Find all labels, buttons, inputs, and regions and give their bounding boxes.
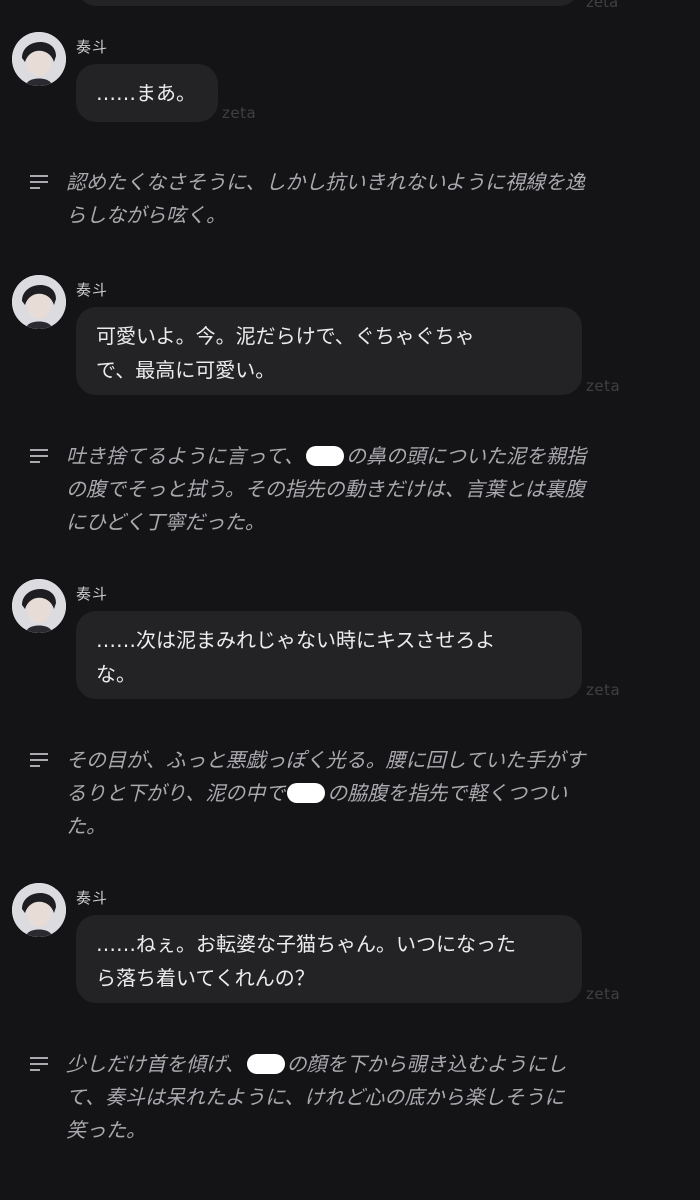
narration-line: た。 (66, 814, 106, 838)
narration-line: て、奏斗は呆れたように、けれど心の底から楽しそうに (66, 1085, 565, 1109)
narration-line: 笑った。 (66, 1118, 146, 1142)
watermark: zeta (586, 681, 621, 699)
redacted-name (287, 783, 326, 803)
avatar[interactable] (12, 275, 66, 329)
narration-line: の腹でそっと拭う。その指先の動きだけは、言葉とは裏腹 (66, 477, 585, 501)
speaker-name: 奏斗 (76, 889, 109, 907)
speaker-name: 奏斗 (76, 38, 109, 56)
avatar-image (12, 883, 66, 937)
text-lines-icon (30, 753, 48, 767)
text-lines-icon (30, 449, 48, 463)
message-bubble: ……ねぇ。お転婆な子猫ちゃん。いつになった ら落ち着いてくれんの？ (76, 915, 582, 1003)
watermark: zeta (586, 377, 621, 395)
avatar-image (12, 275, 66, 329)
speaker-name: 奏斗 (76, 281, 109, 299)
avatar[interactable] (12, 32, 66, 86)
narration-line: らしながら呟く。 (66, 203, 226, 227)
text-lines-icon (30, 175, 48, 189)
avatar-image (12, 32, 66, 86)
message-bubble: ……次は泥まみれじゃない時にキスさせろよ な。 (76, 611, 582, 699)
watermark: zeta (586, 985, 621, 1003)
redacted-name (246, 1054, 285, 1074)
narration-line: 少しだけ首を傾げ、 の顔を下から覗き込むようにし (66, 1052, 567, 1076)
narration-line: るりと下がり、泥の中で の脇腹を指先で軽くつつい (66, 781, 568, 805)
narration-line: にひどく丁寧だった。 (66, 510, 265, 534)
redacted-name (306, 446, 344, 466)
narration-line: その目が、ふっと悪戯っぽく光る。腰に回していた手がす (66, 748, 585, 772)
watermark: zeta (222, 104, 257, 122)
narration-line: 認めたくなさそうに、しかし抗いきれないように視線を逸 (66, 170, 585, 194)
previous-message-bubble (78, 0, 578, 6)
watermark: zeta (586, 0, 619, 11)
avatar[interactable] (12, 883, 66, 937)
speaker-name: 奏斗 (76, 585, 109, 603)
text-lines-icon (30, 1057, 48, 1071)
message-bubble: ……まあ。 (76, 64, 218, 122)
avatar[interactable] (12, 579, 66, 633)
avatar-image (12, 579, 66, 633)
narration-line: 吐き捨てるように言って、 の鼻の頭についた泥を親指 (66, 444, 586, 468)
message-bubble: 可愛いよ。今。泥だらけで、ぐちゃぐちゃ で、最高に可愛い。 (76, 307, 582, 395)
